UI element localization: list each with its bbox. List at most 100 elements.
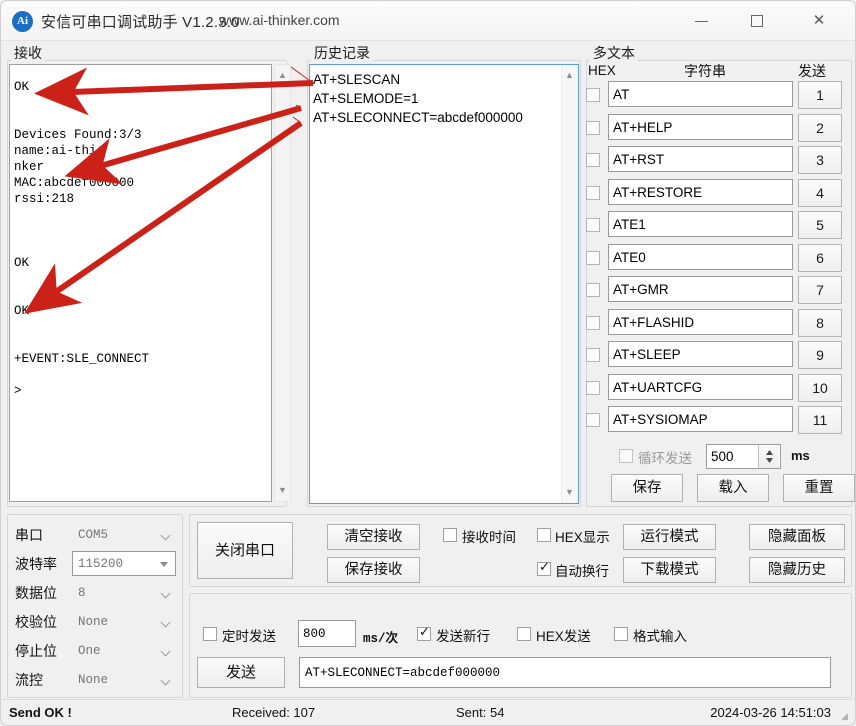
serial-setting-dropdown[interactable]: 115200 [72,551,176,576]
history-scroll-down-icon[interactable]: ▼ [562,485,577,500]
multitext-string-input[interactable]: AT [608,81,793,107]
multitext-send-button[interactable]: 8 [798,308,842,337]
hex-send-label: HEX发送 [536,629,591,644]
history-scrollbar[interactable]: ▲ ▼ [561,65,578,503]
minimize-button[interactable] [677,1,725,40]
multitext-hex-checkbox[interactable] [586,88,600,102]
multitext-hex-checkbox[interactable] [586,348,600,362]
multitext-header-send: 发送 [798,63,826,79]
serial-setting-dropdown[interactable]: One [72,638,176,663]
receive-time-checkbox[interactable] [443,528,457,542]
serial-setting-row: 串口 COM5 [7,522,183,551]
status-bar: Send OK ! Received: 107 Sent: 54 2024-03… [1,699,855,725]
multitext-row: AT+UARTCFG 10 [586,373,852,406]
maximize-icon [751,15,763,28]
multitext-hex-checkbox[interactable] [586,218,600,232]
send-newline-label: 发送新行 [436,629,490,644]
history-item[interactable]: AT+SLEMODE=1 [313,89,557,108]
loop-unit-label: ms [791,448,810,463]
multitext-send-button[interactable]: 3 [798,146,842,174]
hex-send-checkbox[interactable] [517,627,531,641]
serial-setting-dropdown[interactable]: COM5 [72,522,176,547]
serial-setting-dropdown[interactable]: None [72,667,176,692]
multitext-string-input[interactable]: AT+SYSIOMAP [608,406,793,432]
history-items-container[interactable]: AT+SLESCAN AT+SLEMODE=1 AT+SLECONNECT=abcd… [310,65,560,503]
multitext-send-button[interactable]: 5 [798,211,842,239]
receive-textarea[interactable]: OK Devices Found:3/3 name:ai-thi nker MA… [9,64,272,502]
close-port-button[interactable]: 关闭串口 [197,522,293,579]
status-sent-count: Sent: 54 [456,705,505,720]
vendor-url-text: www.ai-thinker.com [219,12,340,28]
multitext-send-button[interactable]: 2 [798,113,842,142]
multitext-row: AT+RST 3 [586,146,852,178]
receive-time-label: 接收时间 [462,530,516,545]
timed-send-checkbox[interactable] [203,627,217,641]
serial-setting-label: 流控 [15,672,43,688]
multitext-string-input[interactable]: AT+FLASHID [608,308,793,335]
close-button[interactable]: ✕ [795,1,843,40]
reset-multitext-button[interactable]: 重置 [783,474,855,502]
multitext-send-button[interactable]: 11 [798,406,842,434]
download-mode-button[interactable]: 下载模式 [623,557,716,583]
maximize-button[interactable] [733,1,781,40]
multitext-row: ATE1 5 [586,211,852,243]
serial-setting-label: 停止位 [15,643,57,659]
auto-wrap-checkbox[interactable] [537,560,551,576]
save-multitext-button[interactable]: 保存 [611,474,683,502]
multitext-hex-checkbox[interactable] [586,120,600,135]
multitext-string-input[interactable]: ATE0 [608,243,793,270]
multitext-hex-checkbox[interactable] [586,315,600,330]
multitext-group-label: 多文本 [590,43,638,63]
clear-receive-button[interactable]: 清空接收 [327,524,420,550]
multitext-hex-checkbox[interactable] [586,380,600,395]
serial-setting-dropdown[interactable]: 8 [72,580,176,605]
multitext-string-input[interactable]: AT+HELP [608,113,793,140]
loop-send-label: 循环发送 [638,451,692,466]
format-input-checkbox[interactable] [614,627,628,641]
multitext-send-button[interactable]: 6 [798,243,842,272]
loop-send-checkbox[interactable] [619,449,633,463]
timed-interval-input[interactable]: 800 [298,620,356,647]
multitext-send-button[interactable]: 4 [798,178,842,207]
multitext-string-input[interactable]: AT+RESTORE [608,178,793,205]
serial-setting-dropdown[interactable]: None [72,609,176,634]
multitext-string-input[interactable]: AT+RST [608,146,793,172]
history-group-label: 历史记录 [311,43,373,63]
hide-history-button[interactable]: 隐藏历史 [749,557,845,583]
receive-scroll-down-icon[interactable]: ▼ [275,483,290,498]
multitext-send-button[interactable]: 9 [798,341,842,369]
send-newline-checkbox[interactable] [417,625,431,641]
send-input[interactable]: AT+SLECONNECT=abcdef000000 [299,657,831,688]
multitext-hex-checkbox[interactable] [586,250,600,265]
multitext-hex-checkbox[interactable] [586,185,600,200]
send-button[interactable]: 发送 [197,657,285,688]
hide-panel-button[interactable]: 隐藏面板 [749,524,845,550]
multitext-send-button[interactable]: 1 [798,81,842,109]
multitext-string-input[interactable]: ATE1 [608,211,793,237]
history-scroll-up-icon[interactable]: ▲ [562,68,577,83]
auto-wrap-label: 自动换行 [555,564,609,579]
multitext-string-input[interactable]: AT+GMR [608,276,793,302]
receive-scrollbar[interactable]: ▲ ▼ [274,64,291,502]
receive-scroll-up-icon[interactable]: ▲ [275,68,290,83]
history-item[interactable]: AT+SLECONNECT=abcdef000000 [313,108,557,127]
run-mode-button[interactable]: 运行模式 [623,524,716,550]
multitext-hex-checkbox[interactable] [586,413,600,427]
hex-display-checkbox[interactable] [537,528,551,542]
multitext-send-button[interactable]: 7 [798,276,842,304]
loop-interval-spinner[interactable] [758,445,779,468]
loop-send-row: 循环发送 500 ms [586,444,852,470]
multitext-send-button[interactable]: 10 [798,373,842,402]
history-listbox[interactable]: AT+SLESCAN AT+SLEMODE=1 AT+SLECONNECT=abcd… [309,64,579,504]
multitext-row: AT+FLASHID 8 [586,308,852,341]
multitext-hex-checkbox[interactable] [586,283,600,297]
multitext-string-input[interactable]: AT+UARTCFG [608,373,793,400]
window-title: 安信可串口调试助手 V1.2.3.0 [41,14,240,31]
load-multitext-button[interactable]: 载入 [697,474,769,502]
multitext-hex-checkbox[interactable] [586,153,600,167]
title-bar: Ai 安信可串口调试助手 V1.2.3.0 www.ai-thinker.com… [1,1,855,41]
history-item[interactable]: AT+SLESCAN [313,70,557,89]
resize-grip-icon[interactable]: ◢ [841,711,851,721]
save-receive-button[interactable]: 保存接收 [327,557,420,583]
multitext-string-input[interactable]: AT+SLEEP [608,341,793,367]
